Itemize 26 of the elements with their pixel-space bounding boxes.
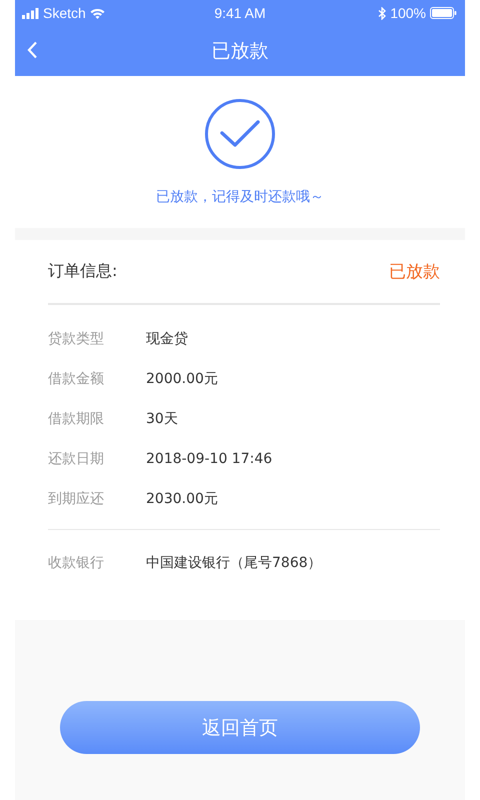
field-label: 贷款类型 [48, 330, 105, 348]
back-icon [27, 41, 38, 59]
field-label: 还款日期 [48, 450, 105, 468]
result-message: 已放款，记得及时还款哦～ [156, 188, 324, 206]
field-label: 到期应还 [48, 490, 105, 508]
field-label: 借款金额 [48, 370, 105, 388]
bluetooth-icon [378, 6, 386, 20]
carrier-name: Sketch [43, 5, 86, 21]
battery-percent: 100% [390, 5, 426, 21]
field-value: 现金贷 [146, 330, 188, 348]
battery-icon [430, 7, 457, 19]
check-circle-icon [204, 98, 276, 170]
section-heading: 订单信息: [48, 261, 118, 282]
field-value: 2000.00元 [146, 370, 218, 388]
field-value: 30天 [146, 410, 178, 428]
home-button[interactable]: 返回首页 [60, 701, 420, 754]
signal-icon [22, 8, 39, 18]
status-time: 9:41 AM [214, 5, 266, 21]
field-label: 借款期限 [48, 410, 105, 428]
field-value: 2030.00元 [146, 490, 218, 508]
order-status: 已放款 [389, 261, 440, 283]
field-value: 2018-09-10 17:46 [146, 451, 272, 467]
wifi-icon [90, 8, 105, 18]
page-title: 已放款 [212, 39, 268, 64]
field-value: 中国建设银行（尾号7868） [146, 554, 322, 572]
field-label: 收款银行 [48, 554, 105, 572]
